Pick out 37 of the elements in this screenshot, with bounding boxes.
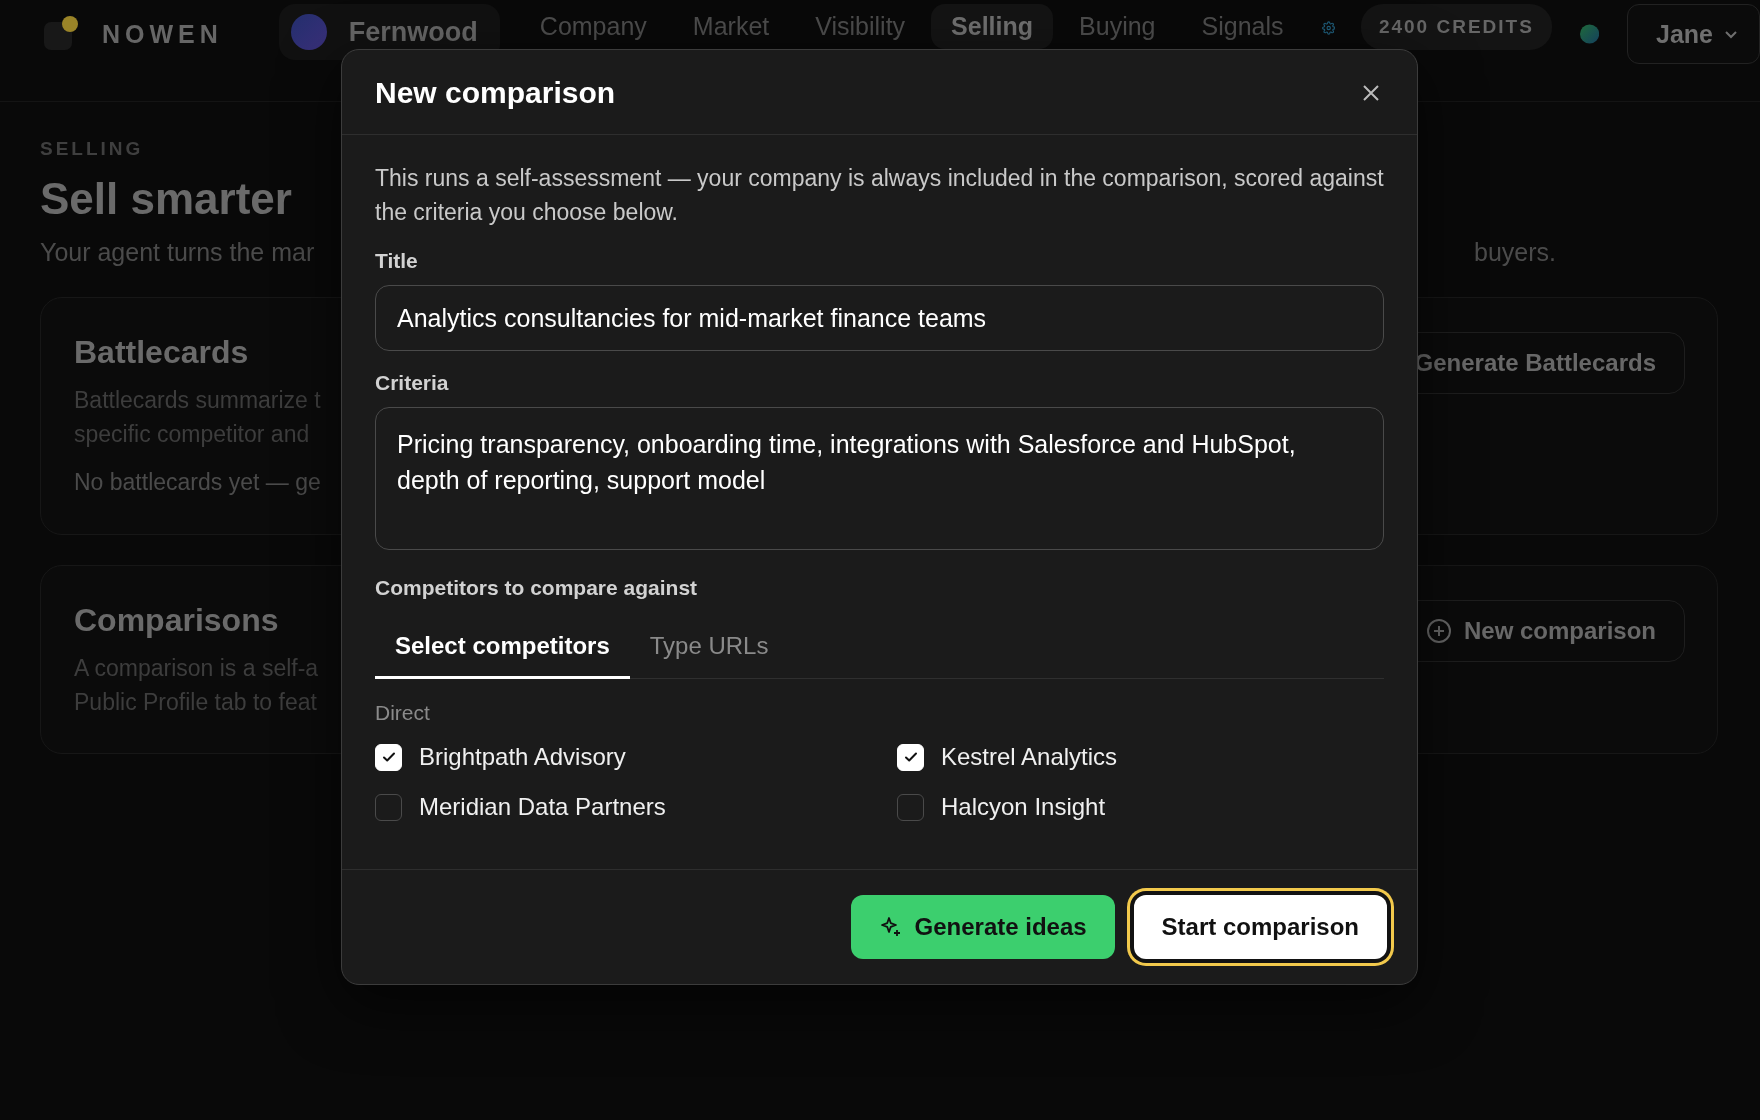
checkbox-label: Brightpath Advisory xyxy=(419,743,626,771)
plus-circle-icon xyxy=(1425,618,1452,644)
nav-tab[interactable]: Signals xyxy=(1181,4,1304,49)
criteria-textarea[interactable]: Pricing transparency, onboarding time, integrations with Salesforce and HubSpot, depth of reporting, support model xyxy=(375,407,1384,550)
tab[interactable]: Type URLs xyxy=(629,614,789,679)
page-title: Sell smarter xyxy=(40,174,292,224)
field-label: Criteria xyxy=(375,371,450,395)
group-label: Direct xyxy=(375,701,431,725)
field-label: Title xyxy=(375,249,419,273)
checkbox[interactable] xyxy=(375,793,402,821)
tab[interactable]: Select competitors xyxy=(375,614,630,679)
checkbox-label: Meridian Data Partners xyxy=(419,793,666,821)
intro-text: Your agent turns the mar xyxy=(40,238,315,267)
nav-tab[interactable]: Visibility xyxy=(795,4,926,49)
checkbox[interactable] xyxy=(897,793,924,821)
nav-tab[interactable]: Buying xyxy=(1059,4,1176,49)
sparkle-icon xyxy=(878,915,903,939)
title-input[interactable]: Analytics consultancies for mid-market finance teams xyxy=(375,285,1384,351)
brand-name: NOWEN xyxy=(102,19,223,49)
logo-icon xyxy=(44,16,80,52)
close-icon xyxy=(1362,84,1380,102)
user-menu-button[interactable]: Jane xyxy=(1627,4,1760,64)
generate-button[interactable]: Generate ideas xyxy=(850,895,1115,959)
dialog-description: This runs a self-assessment — your company is always included in the comparison, scored against the criteria you choose below. xyxy=(375,164,1384,227)
intro-text: buyers. xyxy=(1474,238,1556,267)
nav-tab[interactable]: Market xyxy=(672,4,790,49)
empty-state-text: No battlecards yet — ge xyxy=(74,469,321,496)
nav-tab[interactable]: Company xyxy=(519,4,667,49)
checkbox-label: Halcyon Insight xyxy=(941,793,1106,821)
credits-badge: 2400 CREDITS xyxy=(1360,4,1552,50)
dialog-title: New comparison xyxy=(375,76,616,110)
workspace-avatar-icon xyxy=(290,14,327,50)
checkbox-label: Kestrel Analytics xyxy=(941,743,1118,771)
nav-tab[interactable]: Selling xyxy=(931,4,1054,49)
section-label: Competitors to compare against xyxy=(375,576,699,600)
card-title: Comparisons xyxy=(74,602,280,639)
card-title: Battlecards xyxy=(74,334,250,371)
